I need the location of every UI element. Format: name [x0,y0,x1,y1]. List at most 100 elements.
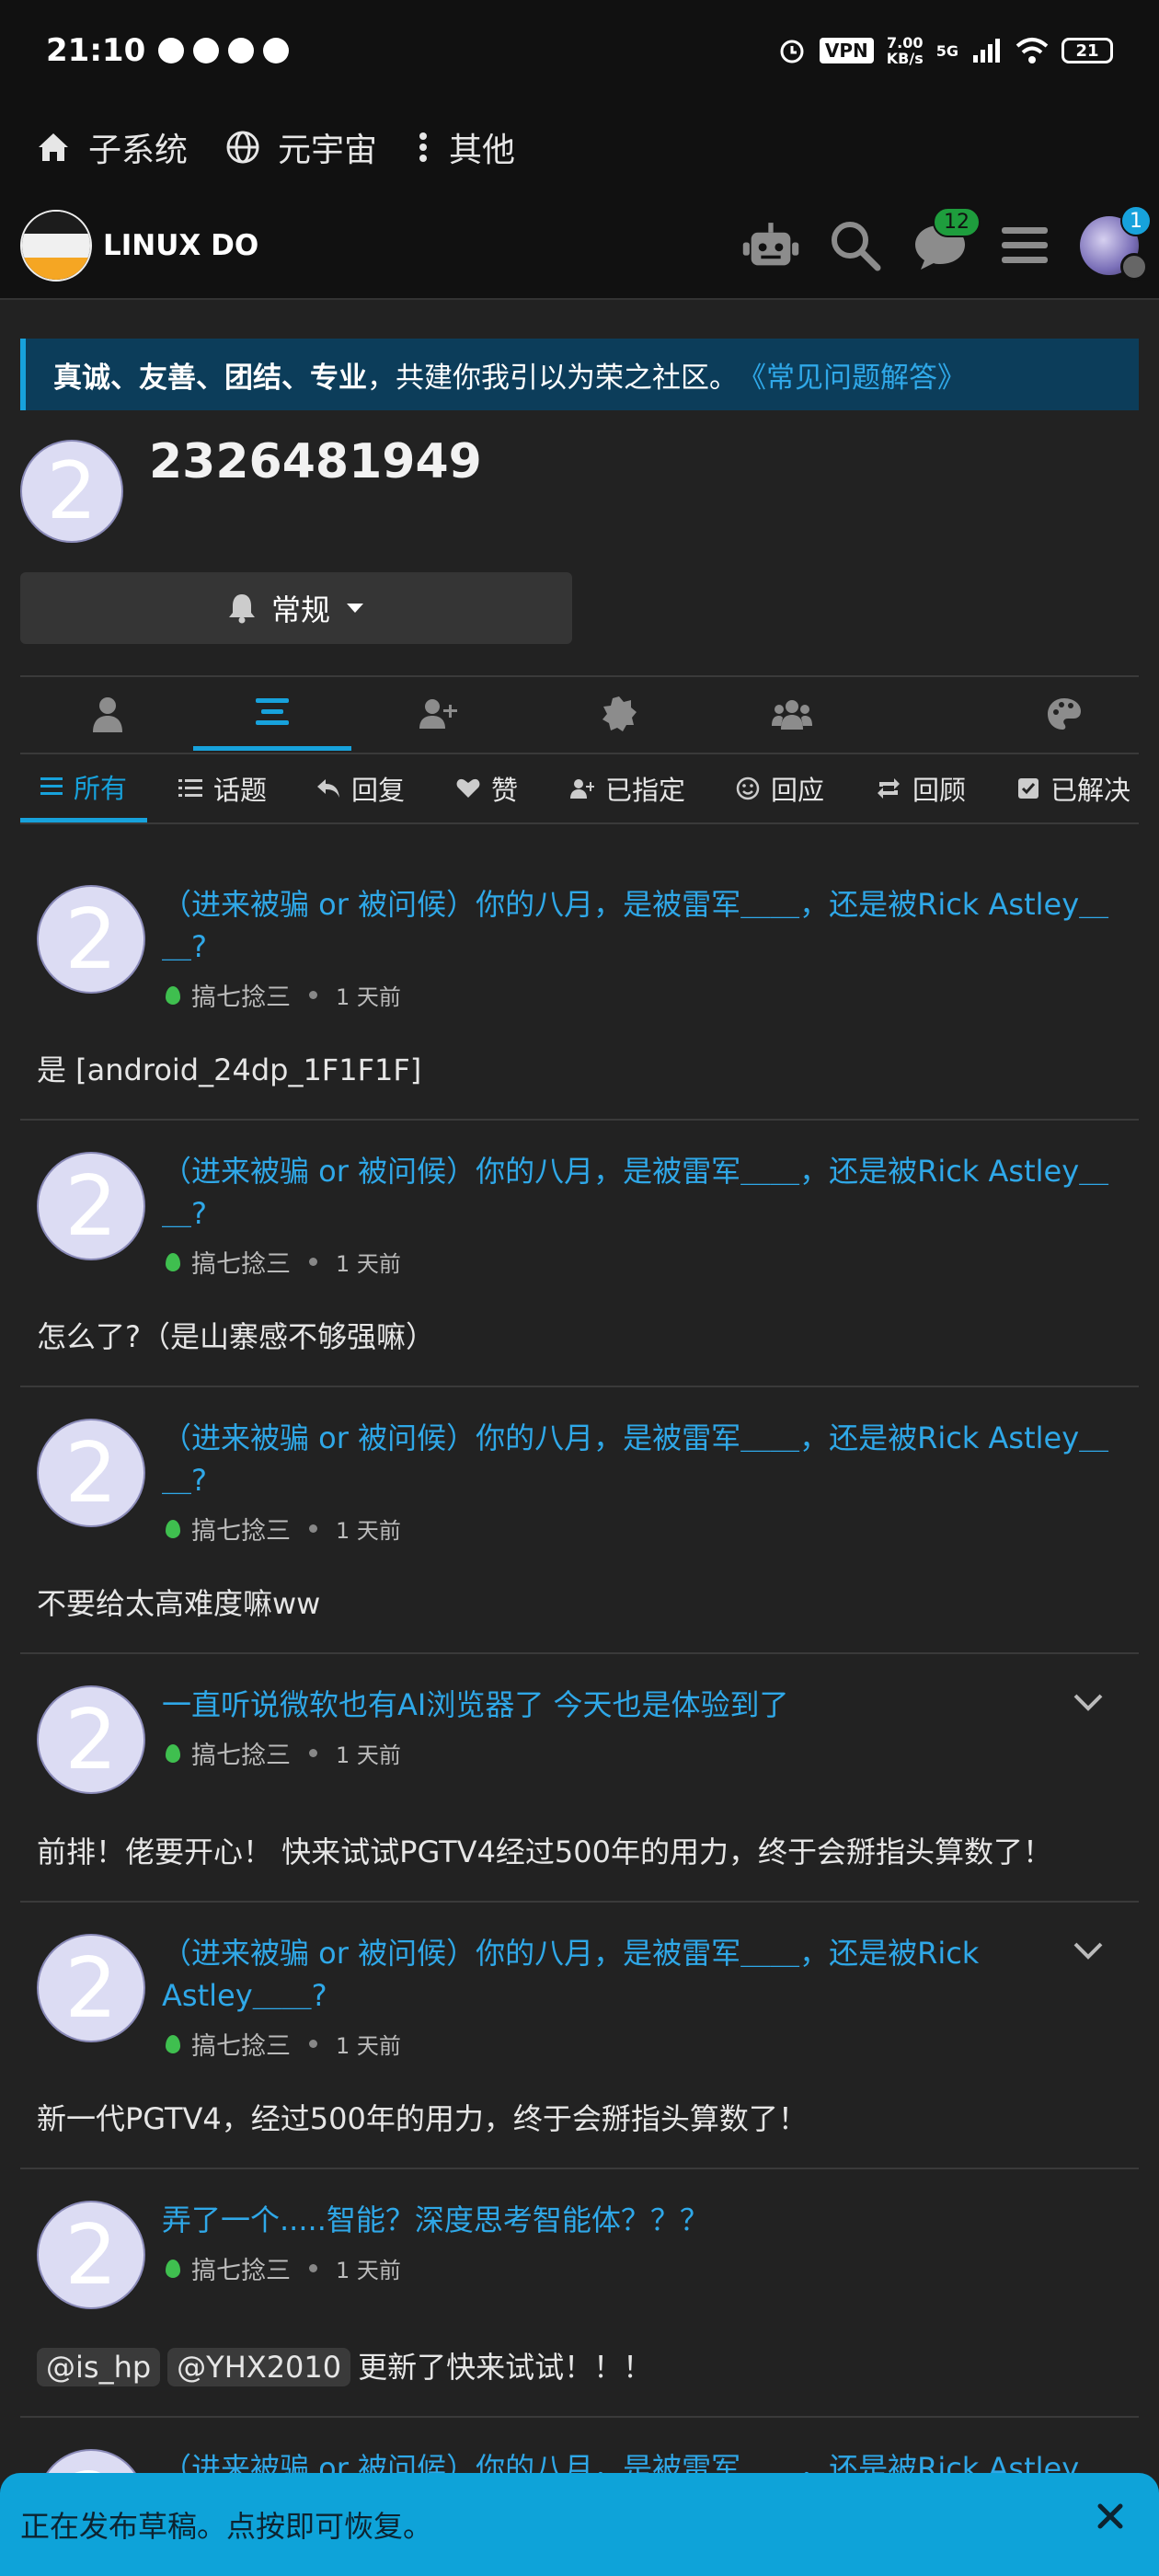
post-excerpt: 怎么了?（是山寨感不够强嘛） [37,1319,435,1354]
post-avatar[interactable]: 2 [37,1934,145,2042]
tab-invites[interactable] [388,677,489,751]
wifi-icon [1016,38,1049,63]
home-icon [39,133,68,161]
retweet-icon [878,778,900,799]
post-avatar[interactable]: 2 [37,2201,145,2309]
menu-button[interactable] [995,216,1054,275]
user-menu-button[interactable]: 1 [1080,205,1152,281]
post-avatar[interactable]: 2 [37,885,145,994]
faq-link[interactable]: 《常见问题解答》 [738,354,966,396]
signal-icon [973,39,1000,63]
site-header: LINUX DO 12 1 [0,193,1159,300]
divider [20,1652,1139,1654]
search-icon [832,222,881,271]
separator-dot [309,1524,317,1533]
post-category[interactable]: 搞七捻三 [191,977,291,1013]
divider [20,822,1139,824]
toast-message: 正在发布草稿。点按即可恢复。 [20,2509,433,2544]
tab-summary[interactable] [57,677,158,751]
post-category[interactable]: 搞七捻三 [191,2026,291,2062]
category-drop-icon [166,2259,180,2278]
filter-likes[interactable]: 赞 [456,754,518,822]
post-meta: 搞七捻三 1 天前 [166,2026,401,2062]
post-category[interactable]: 搞七捻三 [191,2250,291,2286]
post-category[interactable]: 搞七捻三 [191,1735,291,1771]
post-title[interactable]: 一直听说微软也有AI浏览器了 今天也是体验到了 [162,1684,789,1726]
post-meta: 搞七捻三 1 天前 [166,977,401,1013]
notification-badge: 1 [1120,205,1152,236]
profile-avatar: 2 [20,440,123,543]
network-speed: 7.00 KB/s [886,34,924,67]
post-avatar[interactable]: 2 [37,1685,145,1794]
user-avatar: 1 [1080,205,1152,281]
top-nav: 子系统 元宇宙 其他 [0,101,1159,193]
post-title[interactable]: （进来被骗 or 被问候）你的八月，是被雷军＿＿，还是被Rick Astley＿… [162,1417,1108,1501]
separator-dot [309,1749,317,1757]
post-title[interactable]: （进来被骗 or 被问候）你的八月，是被雷军＿＿，还是被Rick Astley＿… [162,1150,1108,1235]
category-drop-icon [166,1519,180,1538]
site-logo[interactable] [20,210,92,282]
divider [20,1901,1139,1903]
user-plus-icon [419,699,457,729]
nav-item-label: 元宇宙 [278,132,378,169]
status-dot [1120,253,1148,281]
post-avatar[interactable]: 2 [37,1419,145,1527]
post-meta: 搞七捻三 1 天前 [166,1735,401,1771]
ai-bot-button[interactable] [741,216,800,275]
notification-icon [228,38,255,63]
bell-icon [228,594,255,624]
nav-item-other[interactable]: 其他 [414,123,515,171]
robot-icon [742,223,799,266]
tab-activity[interactable] [193,677,351,751]
filter-replies[interactable]: 回复 [316,754,405,822]
heart-icon [456,778,480,798]
post-category[interactable]: 搞七捻三 [191,1511,291,1547]
search-button[interactable] [826,216,885,275]
site-name[interactable]: LINUX DO [103,229,258,262]
filter-all[interactable]: 所有 [20,754,147,822]
post-excerpt: 新一代PGTV4，经过500年的用力，终于会掰指头算数了！ [37,2101,808,2136]
filter-review[interactable]: 回顾 [876,754,966,822]
chevron-down-icon[interactable] [1073,1693,1104,1713]
separator-dot [309,2264,317,2272]
tab-groups[interactable] [741,677,843,751]
draft-toast[interactable]: 正在发布草稿。点按即可恢复。 [0,2473,1159,2576]
tab-preferences[interactable] [1014,677,1115,751]
chat-button[interactable]: 12 [911,207,981,275]
filter-topics[interactable]: 话题 [178,754,267,822]
profile-icon-tabs [20,677,1139,751]
mention-link[interactable]: @YHX2010 [167,2348,351,2386]
hamburger-menu-icon [1002,227,1048,263]
globe-icon [226,131,259,164]
post-avatar[interactable]: 2 [37,1152,145,1260]
post-excerpt: 前排！佬要开心！ 快来试试PGTV4经过500年的用力，终于会掰指头算数了！ [37,1834,1053,1869]
post-title[interactable]: （进来被骗 or 被问候）你的八月，是被雷军＿＿，还是被Rick Astley＿… [162,883,1108,968]
banner-text: ，共建你我引以为荣之社区。 [367,361,738,395]
filter-assigned[interactable]: 已指定 [570,754,685,822]
tab-badges[interactable] [568,677,670,751]
post-title[interactable]: （进来被骗 or 被问候）你的八月，是被雷军＿＿，还是被Rick Astley＿＿… [162,1932,979,2017]
list-icon [40,776,63,795]
divider [20,2416,1139,2418]
close-icon[interactable] [1096,2502,1124,2530]
post-meta: 搞七捻三 1 天前 [166,1511,401,1547]
palette-icon [1048,698,1081,730]
community-banner: 真诚、友善、团结、专业 ，共建你我引以为荣之社区。 《常见问题解答》 [20,339,1139,410]
chevron-down-icon[interactable] [1073,1941,1104,1961]
nav-item-subsystem[interactable]: 子系统 [35,123,188,171]
mention-link[interactable]: @is_hp [37,2348,161,2386]
divider [20,2168,1139,2169]
post-title[interactable]: 弄了一个.....智能？深度思考智能体？？？ [162,2199,709,2241]
notification-level-button[interactable]: 常规 [20,572,572,644]
user-assign-icon [570,779,594,799]
post-time: 1 天前 [336,2033,401,2059]
post-excerpt: @is_hp @YHX2010 更新了快来试试！！！ [37,2344,652,2386]
status-bar: 21:10 VPN 7.00 KB/s 5G 21 [0,0,1159,101]
filter-reactions[interactable]: 回应 [736,754,824,822]
more-vertical-icon [419,132,428,162]
nav-item-label: 其他 [449,132,516,169]
nav-item-metaverse[interactable]: 元宇宙 [224,123,377,171]
post-excerpt: 不要给太高难度嘛ww [37,1586,321,1621]
filter-solved[interactable]: 已解决 [1017,754,1130,822]
post-category[interactable]: 搞七捻三 [191,1244,291,1280]
